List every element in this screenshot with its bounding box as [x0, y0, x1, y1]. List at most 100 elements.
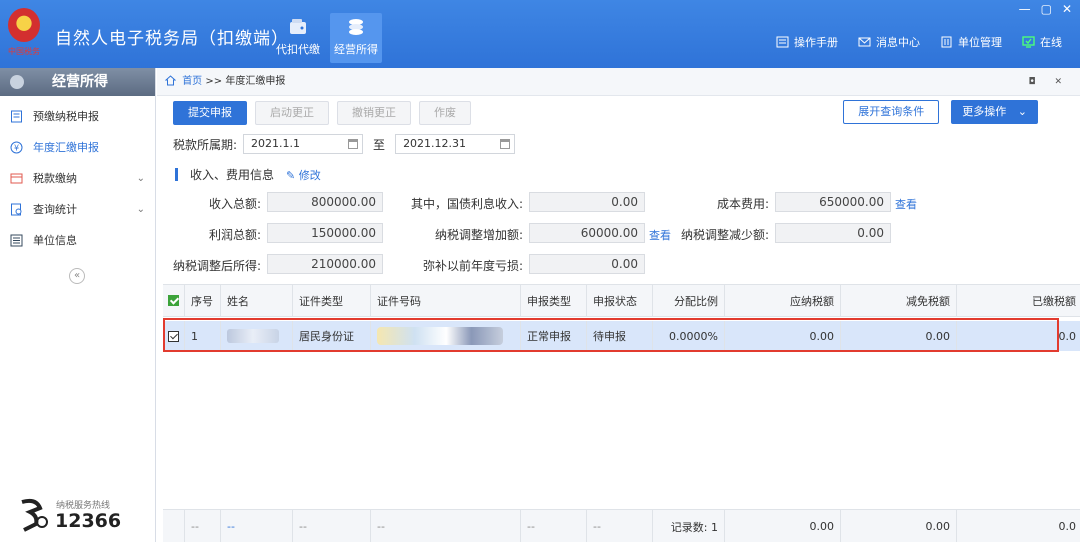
void-button[interactable]: 作废: [419, 101, 471, 125]
cost-view-link[interactable]: 查看: [895, 196, 917, 212]
coins-icon: [349, 19, 363, 35]
table-header: 序号 姓名 证件类型 证件号码 申报类型 申报状态 分配比例 应纳税额 减免税额…: [163, 285, 1080, 317]
national-emblem-icon: [8, 8, 40, 42]
sidebar-item-prepay-declaration[interactable]: 预缴纳税申报: [0, 101, 155, 132]
footer-tax-paid: 0.0: [957, 510, 1080, 542]
adj-increase-view-link[interactable]: 查看: [649, 227, 671, 243]
unit-management-link[interactable]: 单位管理: [940, 34, 1002, 50]
sidebar-item-label: 年度汇缴申报: [33, 141, 99, 154]
calendar-icon[interactable]: [500, 139, 511, 149]
title-bar: 中国税务 自然人电子税务局（扣缴端） 代扣代缴 经营所得 — ▢ ✕ 操作手册 …: [0, 0, 1080, 68]
sidebar-item-label: 预缴纳税申报: [33, 110, 99, 123]
sidebar-item-tax-payment[interactable]: 税款缴纳 ⌄: [0, 163, 155, 194]
bond-interest-label: 其中，国债利息收入:: [410, 197, 523, 211]
sidebar-item-query-stats[interactable]: 查询统计 ⌄: [0, 194, 155, 225]
hotline-number: 12366: [55, 510, 122, 532]
nav-business-income-label: 经营所得: [334, 43, 378, 56]
column-header: 证件号码: [371, 285, 521, 316]
document-icon: [11, 110, 22, 123]
toolbar: 提交申报 启动更正 撤销更正 作废: [173, 101, 471, 125]
adjusted-income-field: 210000.00: [267, 254, 383, 274]
profit-field: 150000.00: [267, 223, 383, 243]
submit-declaration-button[interactable]: 提交申报: [173, 101, 247, 125]
svg-text:¥: ¥: [14, 144, 19, 153]
period-start-input[interactable]: 2021.1.1: [243, 134, 364, 154]
sidebar-item-label: 税款缴纳: [33, 172, 77, 185]
sidebar-item-annual-declaration[interactable]: ¥ 年度汇缴申报: [0, 132, 155, 163]
footer-cell: --: [371, 510, 521, 542]
sidebar: 经营所得 预缴纳税申报 ¥ 年度汇缴申报 税款缴纳 ⌄ 查询统计 ⌄ 单位信息 …: [0, 68, 156, 542]
window-controls: — ▢ ✕: [1019, 2, 1072, 16]
logo-text: 中国税务: [8, 47, 40, 56]
column-header: 已缴税额: [957, 285, 1080, 316]
row-highlight-outline: [163, 318, 1059, 352]
footer-cell: --: [293, 510, 371, 542]
top-nav: 代扣代缴 经营所得: [272, 13, 382, 63]
footer-cell: --: [221, 510, 293, 542]
column-header: 申报类型: [521, 285, 587, 316]
mail-icon: [858, 37, 871, 47]
toolbar-right: 展开查询条件 更多操作 ⌄: [843, 100, 1038, 124]
home-icon: [165, 75, 176, 86]
column-header: 应纳税额: [725, 285, 841, 316]
column-header: 申报状态: [587, 285, 653, 316]
cost-label: 成本费用:: [716, 197, 769, 211]
adj-decrease-field: 0.00: [775, 223, 891, 243]
column-header: 分配比例: [653, 285, 725, 316]
tab-controls[interactable]: ◘ ✕: [1028, 68, 1070, 96]
breadcrumb-current: 年度汇缴申报: [225, 76, 286, 87]
expand-query-button[interactable]: 展开查询条件: [843, 100, 940, 124]
section-accent-bar: [175, 168, 178, 181]
breadcrumb-separator: >>: [205, 76, 223, 87]
footer-cell: --: [587, 510, 653, 542]
start-correction-button[interactable]: 启动更正: [255, 101, 329, 125]
manual-label: 操作手册: [794, 36, 838, 49]
breadcrumb-home[interactable]: 首页: [182, 76, 202, 87]
adj-increase-field: 60000.00: [529, 223, 645, 243]
nav-withholding[interactable]: 代扣代缴: [272, 13, 324, 63]
footer-tax-payable: 0.00: [725, 510, 841, 542]
select-all-cell: [163, 285, 185, 316]
service-hotline: 纳税服务热线 12366: [16, 496, 146, 536]
cancel-correction-button[interactable]: 撤销更正: [337, 101, 411, 125]
breadcrumb: 首页 >> 年度汇缴申报 ◘ ✕: [157, 68, 1080, 96]
adjusted-income-label: 纳税调整后所得:: [172, 259, 261, 273]
payment-icon: [10, 173, 23, 184]
minimize-button[interactable]: —: [1019, 2, 1031, 16]
column-header: 减免税额: [841, 285, 957, 316]
nav-business-income[interactable]: 经营所得: [330, 13, 382, 63]
wallet-icon: [290, 19, 306, 34]
sidebar-item-label: 查询统计: [33, 203, 77, 216]
select-all-checkbox[interactable]: [168, 295, 179, 306]
sidebar-collapse-button[interactable]: «: [69, 268, 85, 284]
prior-loss-label: 弥补以前年度亏损:: [422, 259, 523, 273]
online-status[interactable]: 在线: [1022, 34, 1062, 50]
manual-link[interactable]: 操作手册: [776, 34, 838, 50]
period-end-input[interactable]: 2021.12.31: [395, 134, 516, 154]
more-operations-label: 更多操作: [962, 105, 1007, 118]
footer-cell: --: [521, 510, 587, 542]
sidebar-header: 经营所得: [0, 68, 155, 96]
tax-period: 税款所属期: 2021.1.1 至 2021.12.31: [173, 134, 516, 154]
building-icon: [941, 36, 952, 48]
total-income-field: 800000.00: [267, 192, 383, 212]
query-icon: [11, 203, 22, 216]
tax-logo: 中国税务: [4, 8, 44, 60]
calendar-icon[interactable]: [348, 139, 359, 149]
restore-button[interactable]: ▢: [1041, 2, 1052, 16]
app-title: 自然人电子税务局（扣缴端）: [55, 29, 289, 49]
profit-label: 利润总额:: [208, 228, 261, 242]
sidebar-item-unit-info[interactable]: 单位信息: [0, 225, 155, 256]
nav-withholding-label: 代扣代缴: [276, 43, 320, 56]
right-menu: 操作手册 消息中心 单位管理 在线: [776, 34, 1062, 50]
close-button[interactable]: ✕: [1062, 2, 1072, 16]
section-title-text: 收入、费用信息: [190, 168, 275, 182]
more-operations-button[interactable]: 更多操作 ⌄: [951, 100, 1038, 124]
edit-link[interactable]: ✎ 修改: [286, 167, 321, 183]
sidebar-title: 经营所得: [52, 74, 108, 90]
period-end-value: 2021.12.31: [403, 137, 467, 150]
message-center-link[interactable]: 消息中心: [858, 34, 920, 50]
section-title: 收入、费用信息 ✎ 修改: [175, 166, 321, 183]
bond-interest-field: 0.00: [529, 192, 645, 212]
period-to-label: 至: [373, 137, 386, 152]
